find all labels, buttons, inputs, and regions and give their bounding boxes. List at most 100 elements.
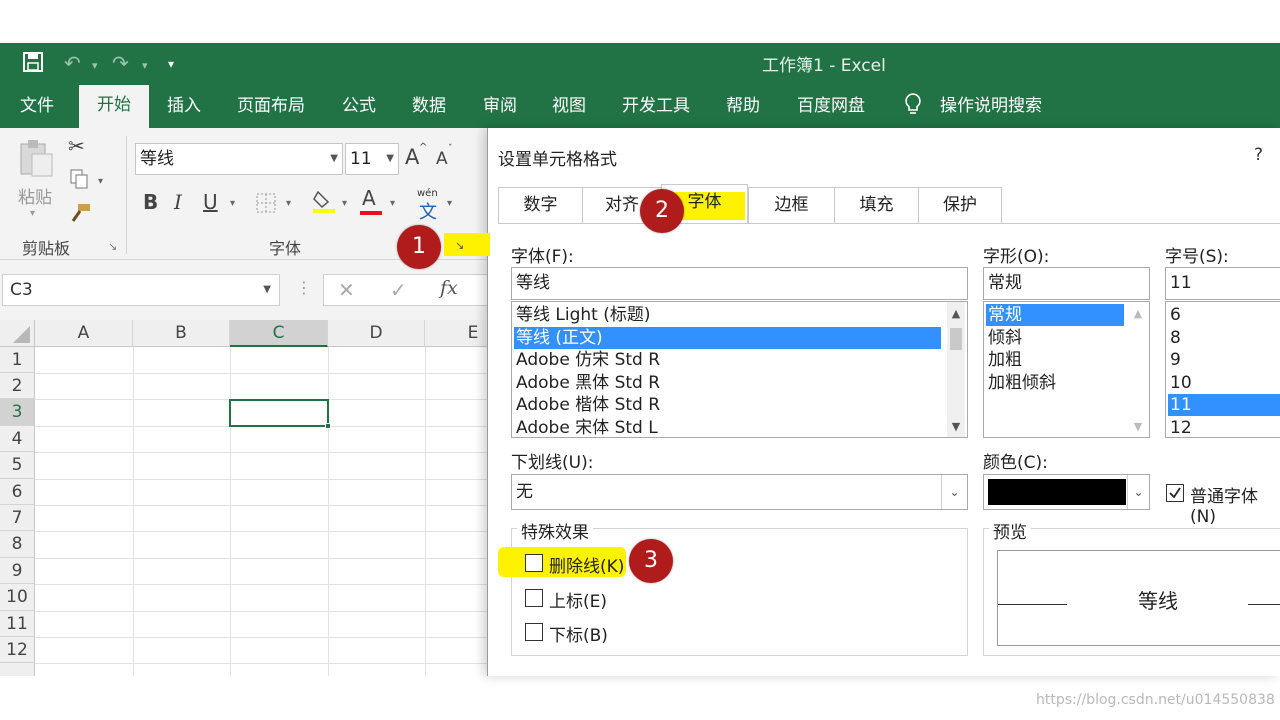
font-size-combo[interactable]: 11 ▼ [345,143,399,175]
fill-color-icon[interactable] [312,188,336,218]
tab-view[interactable]: 视图 [548,92,590,128]
column-header-c[interactable]: C [230,320,328,347]
font-list-item[interactable]: Adobe 宋体 Std L [514,417,658,437]
font-name-input[interactable]: 等线 [511,267,968,300]
font-name-combo[interactable]: 等线 ▼ [135,143,343,175]
clipboard-launcher-icon[interactable]: ↘ [108,240,117,253]
enter-icon[interactable]: ✓ [390,278,407,302]
size-list-item[interactable]: 12 [1168,417,1192,437]
style-input[interactable]: 常规 [983,267,1150,300]
redo-dropdown-icon[interactable]: ▾ [142,59,148,72]
underline-select[interactable]: 无 ⌄ [511,474,968,510]
color-picker[interactable]: ⌄ [983,474,1150,510]
subscript-checkbox[interactable] [525,623,543,641]
grow-font-button[interactable]: A [405,145,419,169]
phonetic-dropdown-icon[interactable]: ▾ [447,198,452,209]
select-all-corner[interactable] [0,320,35,347]
normal-font-checkbox[interactable] [1166,484,1184,502]
paste-dropdown-icon[interactable]: ▾ [30,208,35,219]
borders-icon[interactable] [255,192,277,218]
tab-file[interactable]: 文件 [16,92,58,128]
chevron-down-icon[interactable]: ▼ [947,420,965,433]
column-header-e[interactable]: E [425,320,490,347]
size-list-item[interactable]: 6 [1168,304,1181,326]
tab-page-layout[interactable]: 页面布局 [233,92,309,128]
redo-icon[interactable]: ↷ [112,51,129,75]
row-header-3[interactable]: 3 [0,399,35,426]
lightbulb-icon[interactable] [903,92,923,122]
column-header-b[interactable]: B [133,320,230,347]
column-header-a[interactable]: A [35,320,133,347]
cancel-icon[interactable]: ✕ [338,278,355,302]
fill-color-dropdown-icon[interactable]: ▾ [342,198,347,209]
chevron-up-icon[interactable]: ▲ [1129,307,1147,320]
row-header-8[interactable]: 8 [0,531,35,558]
tab-protection[interactable]: 保护 [918,187,1002,223]
row-header-10[interactable]: 10 [0,584,35,611]
tab-border[interactable]: 边框 [748,187,835,223]
undo-dropdown-icon[interactable]: ▾ [92,59,98,72]
tab-developer[interactable]: 开发工具 [618,92,694,128]
copy-icon[interactable] [68,168,90,195]
font-dialog-launcher-icon[interactable]: ↘ [455,239,464,252]
column-header-d[interactable]: D [328,320,425,347]
superscript-label[interactable]: 上标(E) [549,587,607,612]
tab-home[interactable]: 开始 [79,85,149,128]
copy-dropdown-icon[interactable]: ▾ [98,176,103,187]
insert-function-button[interactable]: fx [440,277,458,299]
shrink-font-button[interactable]: A [436,149,448,169]
tab-formulas[interactable]: 公式 [338,92,380,128]
chevron-down-icon[interactable]: ⌄ [1127,475,1149,509]
scroll-thumb[interactable] [950,328,962,350]
style-listbox[interactable]: 常规 倾斜 加粗 加粗倾斜 ▲ ▼ [983,301,1150,438]
style-list-scrollbar[interactable]: ▲ ▼ [1129,302,1147,437]
chevron-down-icon[interactable]: ▼ [1129,420,1147,433]
chevron-down-icon[interactable]: ▼ [263,284,271,295]
tab-insert[interactable]: 插入 [163,92,205,128]
save-icon[interactable] [22,51,44,78]
row-header-11[interactable]: 11 [0,611,35,637]
font-list-item[interactable]: Adobe 仿宋 Std R [514,349,660,371]
row-header-9[interactable]: 9 [0,558,35,584]
tab-baidu-netdisk[interactable]: 百度网盘 [793,92,869,128]
underline-dropdown-icon[interactable]: ▾ [230,198,235,209]
font-listbox[interactable]: 等线 Light (标题) 等线 (正文) Adobe 仿宋 Std R Ado… [511,301,968,438]
row-header-5[interactable]: 5 [0,452,35,479]
chevron-down-icon[interactable]: ▼ [330,144,338,174]
tab-help[interactable]: 帮助 [722,92,764,128]
font-color-dropdown-icon[interactable]: ▾ [390,198,395,209]
phonetic-guide-icon[interactable]: 文 [419,198,437,224]
size-input[interactable]: 11 [1165,267,1280,300]
row-header-13[interactable] [0,663,35,676]
tab-review[interactable]: 审阅 [479,92,521,128]
style-list-item[interactable]: 倾斜 [986,327,1022,349]
tell-me-search[interactable]: 操作说明搜索 [936,92,1046,128]
superscript-checkbox[interactable] [525,589,543,607]
font-list-item[interactable]: Adobe 楷体 Std R [514,394,660,416]
size-list-item-selected[interactable]: 11 [1168,394,1280,416]
subscript-label[interactable]: 下标(B) [549,621,608,646]
customize-quick-access-icon[interactable]: ▾ [168,57,174,71]
undo-icon[interactable]: ↶ [64,51,81,75]
font-list-item[interactable]: Adobe 黑体 Std R [514,372,660,394]
italic-button[interactable]: I [174,190,182,214]
size-listbox[interactable]: 6 8 9 10 11 12 [1165,301,1280,438]
bold-button[interactable]: B [143,190,158,214]
strikethrough-checkbox[interactable] [525,554,543,572]
chevron-up-icon[interactable]: ▲ [947,307,965,320]
font-color-button[interactable]: A [362,186,376,210]
chevron-down-icon[interactable]: ▼ [386,144,394,174]
chevron-down-icon[interactable]: ⌄ [941,475,967,509]
paste-label[interactable]: 粘贴 [18,183,52,208]
help-button[interactable]: ? [1254,145,1263,165]
style-list-item[interactable]: 加粗 [986,349,1022,371]
size-list-item[interactable]: 10 [1168,372,1192,394]
cut-icon[interactable]: ✂ [68,134,85,158]
worksheet-grid[interactable]: A B C D E 1 2 3 4 5 6 7 8 9 10 11 12 [0,320,490,676]
fill-handle[interactable] [325,423,331,429]
font-list-scrollbar[interactable]: ▲ ▼ [947,302,965,437]
paste-icon[interactable] [18,138,54,182]
format-painter-icon[interactable] [68,202,92,229]
row-header-2[interactable]: 2 [0,373,35,399]
size-list-item[interactable]: 8 [1168,327,1181,349]
